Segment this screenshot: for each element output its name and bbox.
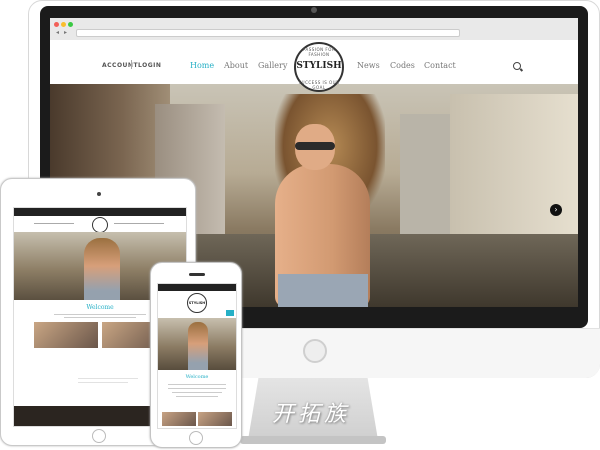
nav-home[interactable]: Home (190, 61, 214, 70)
search-icon[interactable] (513, 62, 521, 70)
building-right (450, 94, 578, 244)
tablet-nav (14, 216, 186, 233)
tablet-text-line (64, 317, 136, 318)
tablet-nav-left-links[interactable] (34, 223, 74, 224)
phone-text-line (172, 392, 222, 393)
camera-icon (311, 7, 317, 13)
account-link[interactable]: ACCOUNT (102, 62, 138, 69)
logo-ring-bottom-text: SUCCESS IS OUR GOAL (298, 80, 340, 90)
tablet-camera-icon (97, 192, 101, 196)
tablet-text-line (54, 314, 146, 315)
nav-codes[interactable]: Codes (390, 61, 415, 70)
nav-news[interactable]: News (357, 61, 380, 70)
tablet-status-bar (14, 208, 186, 216)
close-window-icon[interactable] (54, 22, 59, 27)
phone-home-button[interactable] (189, 431, 203, 445)
apple-logo-icon (303, 339, 327, 363)
tablet-text-line (78, 382, 128, 383)
nav-contact[interactable]: Contact (424, 61, 456, 70)
tablet-text-line (78, 378, 138, 379)
address-bar[interactable] (76, 29, 460, 37)
header-divider (131, 60, 132, 69)
phone-hero-image (158, 318, 236, 370)
tablet-thumbnail-1[interactable] (34, 322, 98, 348)
tablet-logo[interactable] (92, 217, 108, 233)
site-logo[interactable]: PASSION FOR FASHION STYLISH SUCCESS IS O… (294, 42, 344, 92)
imac-foot (240, 436, 386, 444)
nav-gallery[interactable]: Gallery (258, 61, 287, 70)
phone-text-line (168, 388, 226, 389)
nav-about[interactable]: About (224, 61, 248, 70)
phone-menu-icon[interactable] (226, 310, 234, 316)
logo-text: STYLISH (296, 61, 342, 71)
next-slide-icon[interactable]: › (550, 204, 562, 216)
maximize-window-icon[interactable] (68, 22, 73, 27)
phone-thumbnail-2[interactable] (198, 412, 232, 426)
phone-text-line (168, 384, 226, 385)
login-link[interactable]: LOGIN (138, 62, 161, 69)
logo-ring-top-text: PASSION FOR FASHION (302, 47, 336, 57)
model-jeans (278, 274, 368, 307)
phone-speaker (189, 273, 205, 276)
tablet-home-button[interactable] (92, 429, 106, 443)
tablet-nav-right-links[interactable] (114, 223, 164, 224)
sunglasses (295, 142, 335, 150)
watermark-text: 开拓族 (272, 402, 351, 427)
browser-chrome: ◂ ▸ (50, 18, 578, 41)
phone-device: STYLISH Welcome (150, 262, 242, 448)
phone-welcome-title: Welcome (185, 374, 209, 380)
phone-text-line (176, 396, 218, 397)
phone-model (188, 322, 208, 370)
tablet-model (84, 238, 120, 300)
back-arrow-icon[interactable]: ◂ (56, 29, 59, 37)
phone-screen: STYLISH Welcome (157, 283, 237, 429)
phone-status-bar (158, 284, 236, 291)
phone-logo[interactable]: STYLISH (187, 293, 207, 313)
forward-arrow-icon[interactable]: ▸ (64, 29, 67, 37)
minimize-window-icon[interactable] (61, 22, 66, 27)
phone-thumbnail-1[interactable] (162, 412, 196, 426)
